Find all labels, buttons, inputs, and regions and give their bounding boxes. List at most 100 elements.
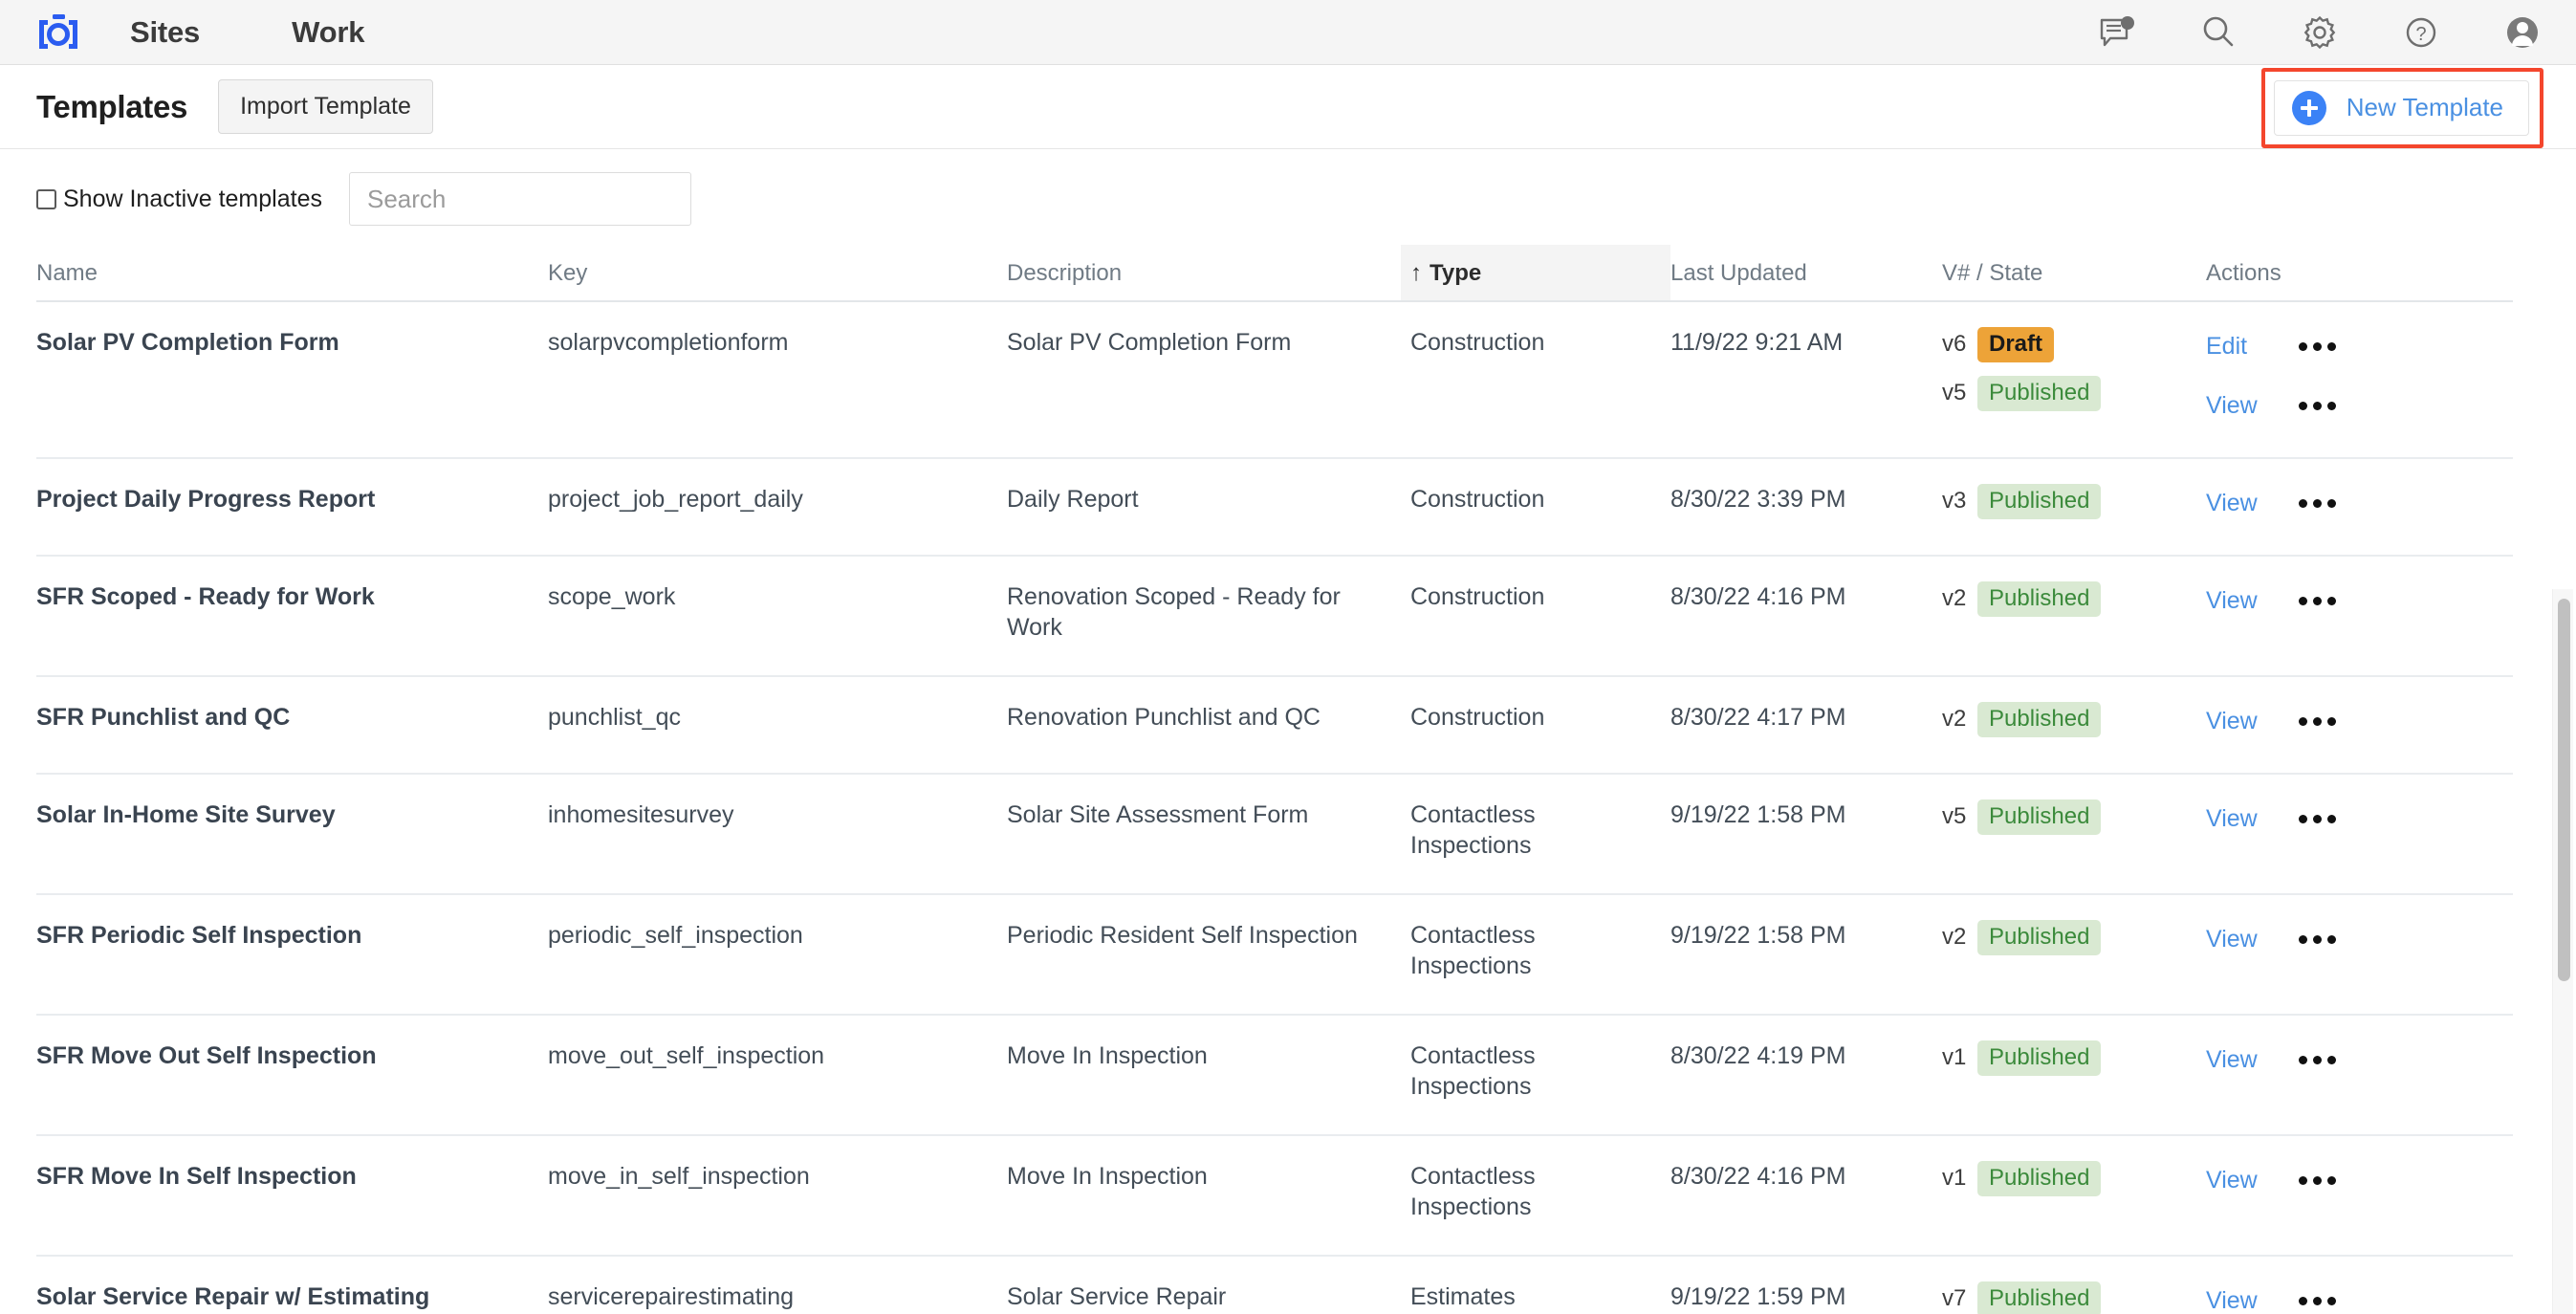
action-link-view[interactable]: View [2206, 585, 2258, 616]
column-header-label: Description [1007, 260, 1123, 286]
cell-name: Solar PV Completion Form [36, 301, 548, 459]
cell-name: Solar In-Home Site Survey [36, 774, 548, 895]
column-header-state[interactable]: V# / State [1942, 245, 2206, 302]
more-options-icon[interactable] [2299, 1175, 2336, 1185]
action-line: View [2206, 1040, 2500, 1079]
table-row[interactable]: SFR Periodic Self Inspection periodic_sel… [36, 894, 2513, 1016]
column-header-description[interactable]: Description [1007, 245, 1401, 302]
more-options-icon[interactable] [2299, 596, 2336, 605]
action-line: View [2206, 920, 2500, 958]
status-badge: Published [1977, 799, 2102, 835]
camera-logo-icon[interactable] [36, 12, 80, 53]
version-number: v2 [1942, 706, 1967, 733]
more-options-icon[interactable] [2299, 498, 2336, 508]
cell-key: inhomesitesurvey [548, 774, 1007, 895]
new-template-button[interactable]: New Template [2273, 79, 2529, 136]
column-header-actions[interactable]: Actions [2206, 245, 2513, 302]
action-line: View [2206, 581, 2500, 620]
action-link-view[interactable]: View [2206, 706, 2258, 736]
search-input[interactable] [348, 172, 691, 226]
version-state-line: v2 Published [1942, 581, 2193, 617]
action-link-view[interactable]: View [2206, 390, 2258, 421]
action-link-view[interactable]: View [2206, 1165, 2258, 1195]
cell-actions: View [2206, 458, 2513, 557]
column-header-key[interactable]: Key [548, 245, 1007, 302]
column-header-name[interactable]: Name [36, 245, 548, 302]
action-link-view[interactable]: View [2206, 803, 2258, 834]
more-options-icon[interactable] [2299, 341, 2336, 351]
table-body: Solar PV Completion Form solarpvcompletio… [36, 301, 2513, 1314]
scrollbar-thumb[interactable] [2558, 599, 2570, 981]
cell-actions: View [2206, 1256, 2513, 1314]
cell-key: punchlist_qc [548, 676, 1007, 775]
table-row[interactable]: SFR Move In Self Inspection move_in_self_… [36, 1135, 2513, 1257]
cell-actions: View [2206, 1135, 2513, 1257]
cell-name: Project Daily Progress Report [36, 458, 548, 557]
action-link-view[interactable]: View [2206, 1044, 2258, 1075]
table-row[interactable]: Project Daily Progress Report project_job… [36, 458, 2513, 557]
status-badge: Published [1977, 920, 2102, 955]
cell-name: SFR Scoped - Ready for Work [36, 556, 548, 677]
cell-key: scope_work [548, 556, 1007, 677]
search-icon[interactable] [2197, 11, 2239, 54]
action-link-edit[interactable]: Edit [2206, 331, 2258, 361]
version-state-line: v7 Published [1942, 1281, 2193, 1314]
cell-last-updated: 8/30/22 4:17 PM [1670, 676, 1942, 775]
cell-last-updated: 8/30/22 3:39 PM [1670, 458, 1942, 557]
vertical-scrollbar[interactable] [2552, 589, 2573, 1314]
page-title: Templates [36, 88, 188, 124]
top-navigation-bar: Sites Work ? [0, 0, 2576, 65]
cell-version-state: v6 Draft v5 Published [1942, 301, 2206, 459]
messages-icon[interactable] [2096, 11, 2138, 54]
more-options-icon[interactable] [2299, 934, 2336, 944]
table-row[interactable]: Solar PV Completion Form solarpvcompletio… [36, 301, 2513, 459]
more-options-icon[interactable] [2299, 401, 2336, 410]
avatar-icon[interactable] [2501, 11, 2543, 54]
version-number: v2 [1942, 924, 1967, 951]
cell-version-state: v7 Published [1942, 1256, 2206, 1314]
column-header-type[interactable]: ↑ Type [1401, 245, 1670, 302]
cell-description: Periodic Resident Self Inspection [1007, 894, 1401, 1016]
version-state-line: v1 Published [1942, 1161, 2193, 1196]
version-state-line: v5 Published [1942, 376, 2193, 411]
table-header-row: Name Key Description ↑ Type Last Updated V# / … [36, 245, 2513, 302]
cell-actions: View [2206, 1015, 2513, 1136]
table-row[interactable]: Solar In-Home Site Survey inhomesitesurve… [36, 774, 2513, 895]
more-options-icon[interactable] [2299, 1055, 2336, 1064]
column-header-label: Key [548, 260, 588, 286]
version-state-line: v5 Published [1942, 799, 2193, 835]
table-header: Name Key Description ↑ Type Last Updated V# / … [36, 245, 2513, 302]
action-link-view[interactable]: View [2206, 488, 2258, 518]
status-badge: Published [1977, 376, 2102, 411]
more-options-icon[interactable] [2299, 716, 2336, 726]
nav-link-sites[interactable]: Sites [130, 15, 200, 50]
table-row[interactable]: Solar Service Repair w/ Estimating servic… [36, 1256, 2513, 1314]
more-options-icon[interactable] [2299, 1296, 2336, 1305]
cell-key: servicerepairestimating [548, 1256, 1007, 1314]
new-template-highlight: New Template [2260, 67, 2543, 148]
version-state-line: v2 Published [1942, 702, 2193, 737]
show-inactive-checkbox[interactable]: Show Inactive templates [36, 186, 322, 213]
cell-version-state: v1 Published [1942, 1135, 2206, 1257]
more-options-icon[interactable] [2299, 814, 2336, 823]
action-line: View [2206, 1281, 2500, 1314]
gear-icon[interactable] [2299, 11, 2341, 54]
nav-link-work[interactable]: Work [292, 15, 364, 50]
status-badge: Draft [1977, 327, 2055, 362]
version-number: v2 [1942, 585, 1967, 612]
help-icon[interactable]: ? [2400, 11, 2442, 54]
table-row[interactable]: SFR Punchlist and QC punchlist_qc Renovati… [36, 676, 2513, 775]
action-link-view[interactable]: View [2206, 924, 2258, 954]
cell-type: Contactless Inspections [1401, 1015, 1670, 1136]
import-template-button[interactable]: Import Template [218, 79, 433, 134]
action-link-view[interactable]: View [2206, 1285, 2258, 1314]
cell-type: Construction [1401, 676, 1670, 775]
cell-key: project_job_report_daily [548, 458, 1007, 557]
cell-type: Estimates [1401, 1256, 1670, 1314]
cell-version-state: v1 Published [1942, 1015, 2206, 1136]
table-row[interactable]: SFR Scoped - Ready for Work scope_work Ren… [36, 556, 2513, 677]
version-number: v7 [1942, 1285, 1967, 1312]
table-row[interactable]: SFR Move Out Self Inspection move_out_sel… [36, 1015, 2513, 1136]
column-header-last_updated[interactable]: Last Updated [1670, 245, 1942, 302]
cell-last-updated: 8/30/22 4:16 PM [1670, 1135, 1942, 1257]
